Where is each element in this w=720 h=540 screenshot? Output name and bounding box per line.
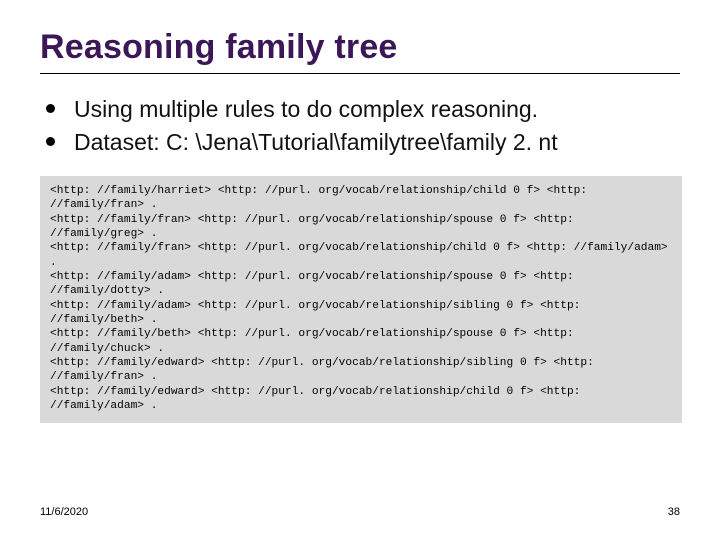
code-block: <http: //family/harriet> <http: //purl. … (40, 176, 682, 423)
slide: Reasoning family tree Using multiple rul… (0, 0, 720, 540)
list-item: Using multiple rules to do complex reaso… (46, 94, 680, 125)
footer-date: 11/6/2020 (40, 506, 88, 518)
list-item-text: Dataset: C: \Jena\Tutorial\familytree\fa… (74, 129, 558, 155)
list-item-text: Using multiple rules to do complex reaso… (74, 96, 538, 122)
divider (40, 73, 680, 74)
bullet-list: Using multiple rules to do complex reaso… (46, 94, 680, 158)
footer-page-number: 38 (668, 506, 680, 518)
bullet-icon (46, 137, 55, 146)
page-title: Reasoning family tree (40, 28, 680, 67)
bullet-icon (46, 104, 55, 113)
list-item: Dataset: C: \Jena\Tutorial\familytree\fa… (46, 127, 680, 158)
footer: 11/6/2020 38 (40, 506, 680, 518)
